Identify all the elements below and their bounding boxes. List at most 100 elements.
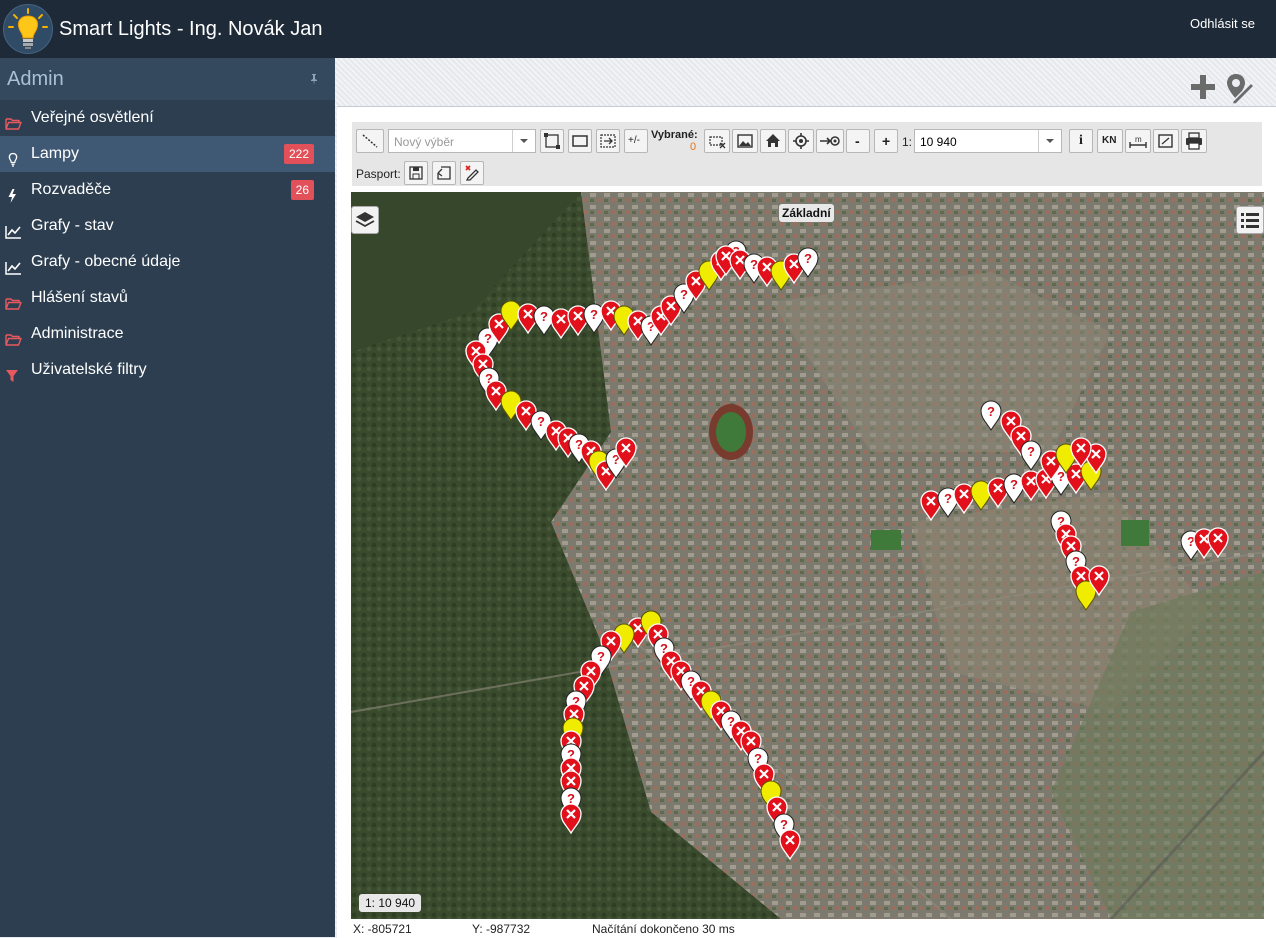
lightbulb-logo-icon xyxy=(3,4,53,54)
printer-icon xyxy=(1186,132,1202,150)
chevron-down-icon xyxy=(1038,130,1061,152)
info-label: i xyxy=(1079,133,1083,148)
sidebar-item-label: Veřejné osvětlení xyxy=(31,109,154,126)
add-remove-button[interactable]: +/- xyxy=(624,129,648,153)
select-box-icon xyxy=(544,133,560,149)
legend-button[interactable] xyxy=(1236,206,1264,234)
status-message: Načítání dokončeno 30 ms xyxy=(592,922,735,936)
edit-location-icon[interactable] xyxy=(1223,72,1256,105)
measure-area-icon xyxy=(1158,134,1173,148)
layers-icon xyxy=(355,212,375,228)
zoom-in-button[interactable]: + xyxy=(874,129,898,153)
measure-button[interactable] xyxy=(356,129,384,153)
sidebar-header: Admin xyxy=(0,58,335,100)
sidebar-item-label: Uživatelské filtry xyxy=(31,361,147,378)
rectangle-icon xyxy=(572,135,588,147)
clear-selection-icon xyxy=(709,136,726,149)
crosshair-icon xyxy=(793,133,809,149)
sidebar-nav: Veřejné osvětlení Lampy 222 Rozvaděče 26… xyxy=(0,100,335,388)
clear-selection-button[interactable] xyxy=(704,129,730,153)
basemap-image-button[interactable] xyxy=(732,129,758,153)
track-position-button[interactable] xyxy=(816,129,844,153)
basemap-label[interactable]: Základní xyxy=(779,204,834,222)
image-icon xyxy=(737,134,753,148)
scale-prefix: 1: xyxy=(902,135,913,149)
svg-text:m: m xyxy=(1135,135,1142,144)
zoom-out-button[interactable]: - xyxy=(846,129,870,153)
select-area-button[interactable] xyxy=(540,129,564,153)
scale-select[interactable]: 10 940 xyxy=(914,129,1062,153)
sidebar-item-administrace[interactable]: Administrace xyxy=(0,316,335,352)
map-canvas[interactable]: ? Základní 1: 10 940 xyxy=(351,192,1264,919)
sidebar-item-label: Lampy xyxy=(31,145,80,162)
ruler-icon xyxy=(362,134,378,148)
track-icon xyxy=(820,136,840,146)
home-button[interactable] xyxy=(760,129,786,153)
line-chart-icon xyxy=(5,254,22,275)
pasport-label: Pasport: xyxy=(356,167,401,181)
list-icon xyxy=(1241,213,1259,228)
sidebar-item-lampy[interactable]: Lampy 222 xyxy=(0,136,335,172)
sidebar-item-grafy-obecne-udaje[interactable]: Grafy - obecné údaje xyxy=(0,244,335,280)
sidebar: Admin Veřejné osvětlení Lampy 222 Rozvad… xyxy=(0,58,335,937)
count-badge: 222 xyxy=(283,144,314,164)
scale-value: 10 940 xyxy=(920,135,957,149)
add-icon[interactable] xyxy=(1190,74,1216,100)
sidebar-item-label: Grafy - stav xyxy=(31,217,114,234)
aerial-map: ? xyxy=(351,192,1264,919)
locate-button[interactable] xyxy=(788,129,814,153)
line-chart-icon xyxy=(5,218,22,239)
count-badge: 26 xyxy=(290,180,314,200)
select-polygon-button[interactable] xyxy=(596,129,620,153)
measure-length-button[interactable]: m xyxy=(1125,129,1151,153)
sidebar-item-grafy-stav[interactable]: Grafy - stav xyxy=(0,208,335,244)
zoom-out-label: - xyxy=(855,133,860,149)
selection-placeholder: Nový výběr xyxy=(394,135,455,149)
cadastre-label: KN xyxy=(1102,135,1117,146)
filter-icon xyxy=(5,362,22,382)
print-button[interactable] xyxy=(1181,129,1207,153)
top-bar: Smart Lights - Ing. Novák Jan Odhlásit s… xyxy=(0,0,1276,58)
status-bar: X: -805721 Y: -987732 Načítání dokončeno… xyxy=(337,919,1276,937)
selection-select[interactable]: Nový výběr xyxy=(388,129,536,153)
pasport-delete-button[interactable] xyxy=(460,161,484,185)
sidebar-item-hlaseni-stavu[interactable]: Hlášení stavů xyxy=(0,280,335,316)
bolt-icon xyxy=(5,182,22,203)
pasport-undo-button[interactable] xyxy=(432,161,456,185)
undo-icon xyxy=(437,166,451,180)
sidebar-item-uzivatelske-filtry[interactable]: Uživatelské filtry xyxy=(0,352,335,388)
select-rectangle-button[interactable] xyxy=(568,129,592,153)
measure-length-icon: m xyxy=(1129,135,1147,148)
edit-delete-icon xyxy=(465,165,479,181)
info-button[interactable]: i xyxy=(1069,129,1093,153)
coordinate-y: Y: -987732 xyxy=(472,922,531,936)
coordinate-x: X: -805721 xyxy=(353,922,412,936)
polygon-select-icon xyxy=(600,134,616,148)
sidebar-title: Admin xyxy=(7,68,64,90)
chevron-down-icon xyxy=(512,130,535,152)
zoom-in-label: + xyxy=(882,133,891,149)
logout-link[interactable]: Odhlásit se xyxy=(1190,16,1255,31)
layers-button[interactable] xyxy=(351,206,379,234)
map-scale: 1: 10 940 xyxy=(359,894,422,912)
folder-open-icon xyxy=(5,110,22,130)
measure-area-button[interactable] xyxy=(1153,129,1179,153)
sidebar-item-verejne-osvetleni[interactable]: Veřejné osvětlení xyxy=(0,100,335,136)
app-title: Smart Lights - Ing. Novák Jan xyxy=(59,18,323,40)
folder-open-icon xyxy=(5,326,22,346)
cadastre-button[interactable]: KN xyxy=(1097,129,1123,153)
save-icon xyxy=(409,166,423,180)
sidebar-item-label: Hlášení stavů xyxy=(31,289,128,306)
selected-label: Vybrané: xyxy=(651,129,698,141)
selected-count: 0 xyxy=(690,141,697,153)
lightbulb-icon xyxy=(5,146,22,167)
sidebar-item-label: Rozvaděče xyxy=(31,181,112,198)
pin-icon[interactable] xyxy=(307,72,321,86)
home-icon xyxy=(766,134,780,147)
sidebar-item-label: Administrace xyxy=(31,325,124,342)
folder-open-icon xyxy=(5,290,22,310)
sidebar-item-label: Grafy - obecné údaje xyxy=(31,253,181,270)
sidebar-item-rozvadece[interactable]: Rozvaděče 26 xyxy=(0,172,335,208)
add-remove-label: +/- xyxy=(628,135,640,146)
pasport-save-button[interactable] xyxy=(404,161,428,185)
